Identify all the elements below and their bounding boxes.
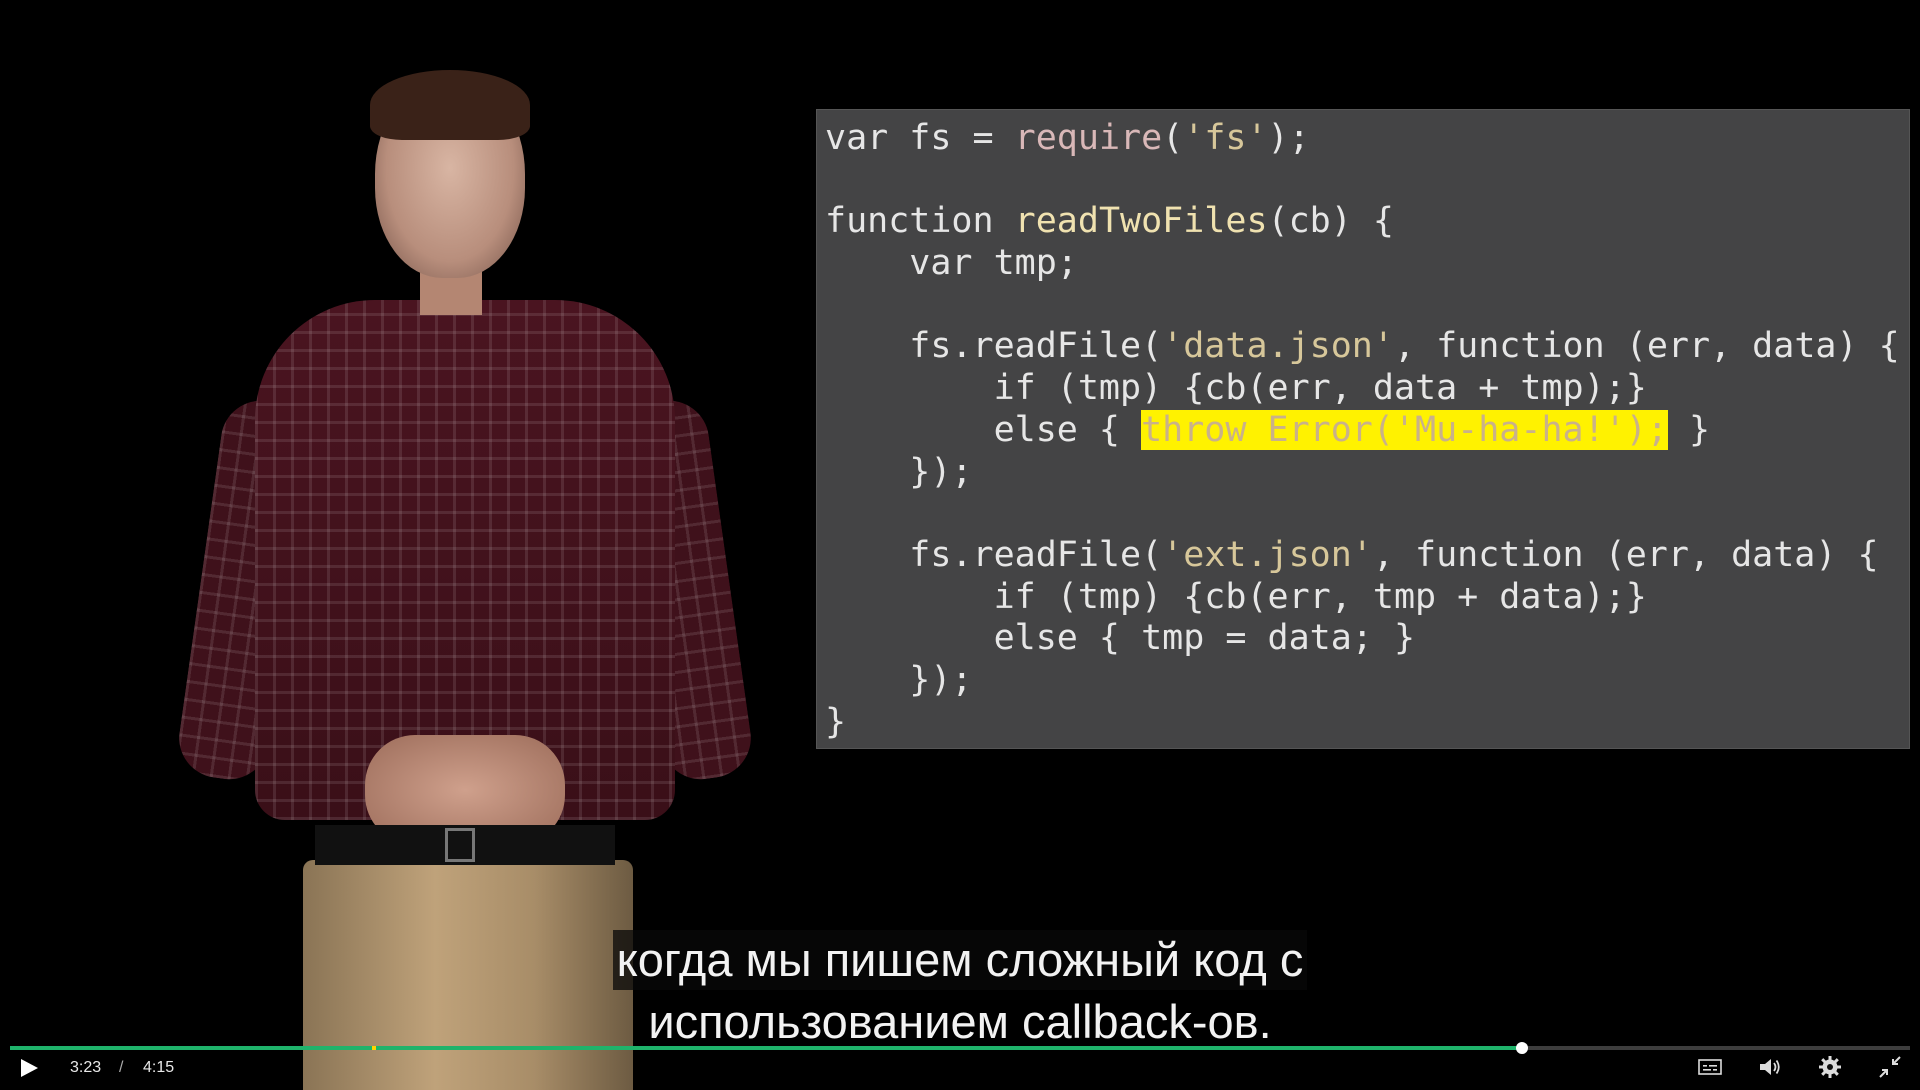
progress-bar[interactable] [10,1042,1910,1054]
code-token: ( [1162,118,1184,158]
code-token: if (tmp) {cb(err, tmp + data);} [825,576,1647,617]
code-token: ); [1267,118,1310,158]
volume-icon[interactable] [1757,1054,1783,1080]
settings-icon[interactable] [1817,1054,1843,1080]
code-token: , function (err, data) { [1372,534,1879,575]
code-token: } [825,701,847,742]
total-time: 4:15 [143,1059,175,1076]
code-line: else { tmp = data; } [825,618,1900,660]
code-line: }); [825,660,1900,702]
code-token: if (tmp) {cb(err, data + tmp);} [825,368,1647,409]
code-line: var fs = require('fs'); [825,118,1900,160]
code-token: fs.readFile( [825,326,1163,367]
code-token: var tmp; [825,243,1078,284]
code-token: (cb) { [1267,201,1394,242]
current-time: 3:23 [70,1059,102,1076]
presenter [173,70,757,1090]
play-icon[interactable] [18,1057,40,1079]
code-token: var fs = [825,118,1015,158]
code-token: 'data.json' [1162,326,1394,367]
code-line: function readTwoFiles(cb) { [825,201,1900,243]
progress-marker [372,1046,376,1050]
code-token: 'ext.json' [1162,534,1373,575]
code-line: var tmp; [825,243,1900,285]
code-line: } [825,702,1900,744]
subtitles: когда мы пишем сложный код с использован… [0,930,1920,1054]
code-line: else { throw Error('Mu-ha-ha!'); } [825,409,1900,452]
progress-scrubber[interactable] [1516,1042,1529,1054]
code-line: fs.readFile('ext.json', function (err, d… [825,535,1900,577]
code-line: fs.readFile('data.json', function (err, … [825,326,1900,368]
code-line: if (tmp) {cb(err, tmp + data);} [825,577,1900,619]
player-controls: 3:23 / 4:15 [0,1040,1920,1080]
time-separator: / [119,1059,124,1076]
progress-played [10,1046,1523,1050]
code-token: 'fs' [1183,118,1268,158]
code-slide: var fs = require('fs'); function readTwo… [817,110,1909,748]
code-line: if (tmp) {cb(err, data + tmp);} [825,368,1900,410]
code-token: else { tmp = data; } [825,618,1416,659]
belt-buckle [445,828,475,862]
subtitle-line-1: когда мы пишем сложный код с [612,930,1308,990]
code-token: function [825,201,1015,242]
code-token: fs.readFile( [825,534,1163,575]
video-frame[interactable]: var fs = require('fs'); function readTwo… [0,0,1920,1090]
code-token: , function (err, data) { [1393,326,1900,367]
presenter-hair [370,70,530,140]
code-token: }); [825,451,973,492]
code-token: }); [825,659,973,700]
code-token: readTwoFiles [1014,201,1268,242]
code-token: } [1667,409,1711,450]
highlighted-code: throw Error('Mu-ha-ha!'); [1141,409,1668,450]
code-line: }); [825,452,1900,494]
code-block: var fs = require('fs'); function readTwo… [825,118,1900,743]
captions-icon[interactable] [1697,1054,1723,1080]
code-token: require [1014,118,1163,158]
exit-fullscreen-icon[interactable] [1877,1054,1903,1080]
code-token: else { [825,409,1142,450]
